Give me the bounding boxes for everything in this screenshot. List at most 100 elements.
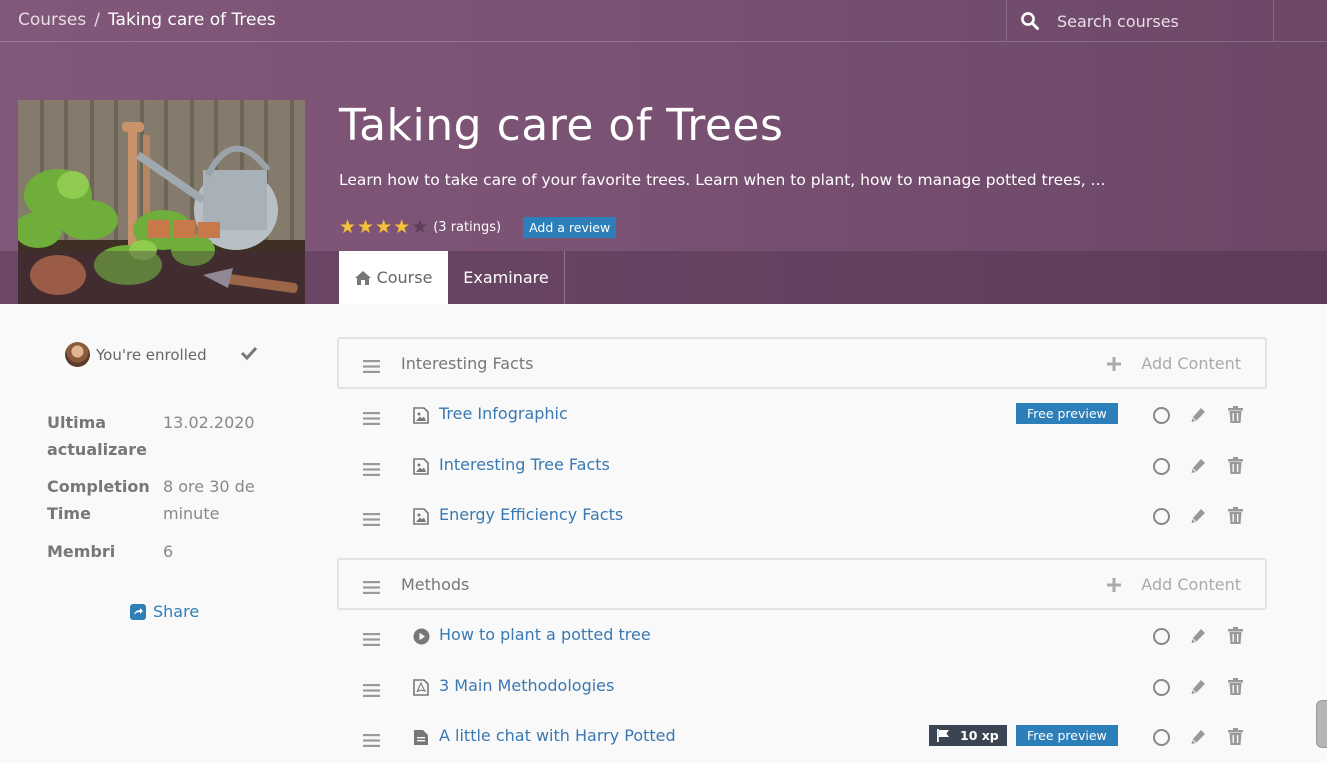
share-icon bbox=[130, 603, 146, 620]
delete-trash-icon[interactable] bbox=[1228, 677, 1243, 699]
star-filled-icon: ★ bbox=[375, 215, 393, 238]
star-empty-icon: ★ bbox=[411, 215, 429, 238]
section-name: Methods bbox=[401, 575, 470, 594]
search-input[interactable] bbox=[1055, 8, 1264, 34]
avatar bbox=[65, 342, 90, 367]
delete-trash-icon[interactable] bbox=[1228, 627, 1243, 648]
content-item-link[interactable]: Interesting Tree Facts bbox=[439, 455, 610, 474]
plus-icon bbox=[1107, 356, 1131, 371]
free-preview-badge[interactable]: Free preview bbox=[1016, 403, 1118, 424]
flag-icon bbox=[937, 729, 955, 742]
add-content-label: Add Content bbox=[1141, 354, 1241, 373]
pdf-file-icon bbox=[413, 678, 429, 700]
content-item-row: How to plant a potted tree bbox=[337, 612, 1267, 662]
edit-pencil-icon[interactable] bbox=[1190, 627, 1207, 648]
completion-circle-icon[interactable] bbox=[1153, 729, 1170, 746]
item-actions bbox=[1153, 406, 1243, 426]
check-icon bbox=[240, 346, 258, 361]
item-actions bbox=[1153, 677, 1243, 699]
add-content-label: Add Content bbox=[1141, 575, 1241, 594]
completion-circle-icon[interactable] bbox=[1153, 407, 1170, 424]
image-icon bbox=[413, 508, 429, 529]
document-icon bbox=[413, 729, 429, 750]
content-item-row: A little chat with Harry Potted 10 xp Free… bbox=[337, 713, 1267, 763]
enrollment-status: You're enrolled bbox=[65, 342, 207, 367]
content-item-link[interactable]: Tree Infographic bbox=[439, 404, 568, 423]
item-actions bbox=[1153, 728, 1243, 748]
info-value: 13.02.2020 bbox=[163, 413, 255, 432]
content-item-link[interactable]: Energy Efficiency Facts bbox=[439, 505, 623, 524]
drag-handle-icon[interactable] bbox=[363, 410, 380, 429]
info-value: 8 ore 30 de minute bbox=[163, 477, 255, 523]
breadcrumb-courses-link[interactable]: Courses bbox=[18, 10, 86, 30]
drag-handle-icon[interactable] bbox=[363, 511, 380, 530]
star-filled-icon: ★ bbox=[339, 215, 357, 238]
edit-pencil-icon[interactable] bbox=[1190, 678, 1207, 699]
xp-badge: 10 xp bbox=[929, 725, 1007, 746]
top-bar: Courses / Taking care of Trees bbox=[0, 0, 1327, 42]
drag-handle-icon[interactable] bbox=[363, 682, 380, 701]
breadcrumb-current: Taking care of Trees bbox=[107, 10, 276, 30]
add-content-button[interactable]: Add Content bbox=[1107, 575, 1241, 594]
section-header[interactable]: Interesting Facts Add Content bbox=[337, 337, 1267, 389]
image-icon bbox=[413, 407, 429, 428]
content-item-link[interactable]: 3 Main Methodologies bbox=[439, 676, 614, 695]
edit-pencil-icon[interactable] bbox=[1190, 507, 1207, 528]
info-key: Completion Time bbox=[47, 477, 150, 523]
ratings-count: (3 ratings) bbox=[433, 219, 502, 235]
breadcrumb-separator: / bbox=[94, 10, 100, 30]
drag-handle-icon[interactable] bbox=[363, 461, 380, 480]
course-tabs: Course Examinare bbox=[0, 251, 1327, 304]
search-box[interactable] bbox=[1006, 0, 1274, 41]
drag-handle-icon[interactable] bbox=[363, 579, 380, 598]
course-description: Learn how to take care of your favorite … bbox=[339, 171, 1106, 189]
info-value: 6 bbox=[163, 542, 174, 561]
star-filled-icon: ★ bbox=[393, 215, 411, 238]
course-rating: ★★★★★ (3 ratings) Add a review bbox=[339, 215, 617, 239]
edit-pencil-icon[interactable] bbox=[1190, 406, 1207, 427]
delete-trash-icon[interactable] bbox=[1228, 507, 1243, 528]
item-actions bbox=[1153, 627, 1243, 647]
free-preview-badge[interactable]: Free preview bbox=[1016, 725, 1118, 746]
content-item-row: Tree Infographic Free preview bbox=[337, 391, 1267, 441]
info-key: Ultima actualizare bbox=[47, 413, 147, 459]
completion-circle-icon[interactable] bbox=[1153, 457, 1170, 475]
share-button[interactable]: Share bbox=[130, 602, 199, 621]
scrollbar-thumb[interactable] bbox=[1316, 700, 1327, 748]
content-item-row: 3 Main Methodologies bbox=[337, 663, 1267, 713]
tab-course-label: Course bbox=[376, 268, 433, 287]
xp-value: 10 xp bbox=[960, 728, 999, 743]
completion-circle-icon[interactable] bbox=[1153, 508, 1170, 525]
content-item-link[interactable]: How to plant a potted tree bbox=[439, 625, 651, 644]
tab-examinare[interactable]: Examinare bbox=[448, 251, 565, 304]
item-actions bbox=[1153, 507, 1243, 527]
section-header[interactable]: Methods Add Content bbox=[337, 558, 1267, 610]
delete-trash-icon[interactable] bbox=[1228, 456, 1243, 478]
course-title: Taking care of Trees bbox=[339, 100, 784, 151]
plus-icon bbox=[1107, 577, 1131, 592]
item-actions bbox=[1153, 456, 1243, 478]
tab-examinare-label: Examinare bbox=[463, 268, 549, 287]
section-name: Interesting Facts bbox=[401, 354, 534, 373]
completion-circle-icon[interactable] bbox=[1153, 678, 1170, 696]
content-item-row: Energy Efficiency Facts bbox=[337, 492, 1267, 542]
image-icon bbox=[413, 457, 429, 479]
rating-stars: ★★★★★ bbox=[339, 215, 429, 238]
content-item-link[interactable]: A little chat with Harry Potted bbox=[439, 726, 676, 745]
tab-course[interactable]: Course bbox=[339, 251, 448, 304]
star-filled-icon: ★ bbox=[357, 215, 375, 238]
breadcrumb: Courses / Taking care of Trees bbox=[18, 10, 276, 30]
share-label: Share bbox=[153, 602, 200, 621]
delete-trash-icon[interactable] bbox=[1228, 406, 1243, 427]
add-content-button[interactable]: Add Content bbox=[1107, 354, 1241, 373]
drag-handle-icon[interactable] bbox=[363, 631, 380, 650]
edit-pencil-icon[interactable] bbox=[1190, 457, 1207, 478]
info-key: Membri bbox=[47, 542, 116, 561]
home-icon bbox=[354, 270, 371, 285]
search-icon bbox=[1021, 12, 1039, 30]
drag-handle-icon[interactable] bbox=[363, 358, 380, 377]
completion-circle-icon[interactable] bbox=[1153, 628, 1170, 645]
drag-handle-icon[interactable] bbox=[363, 732, 380, 751]
add-review-button[interactable]: Add a review bbox=[523, 216, 617, 238]
play-circle-icon bbox=[413, 628, 430, 649]
